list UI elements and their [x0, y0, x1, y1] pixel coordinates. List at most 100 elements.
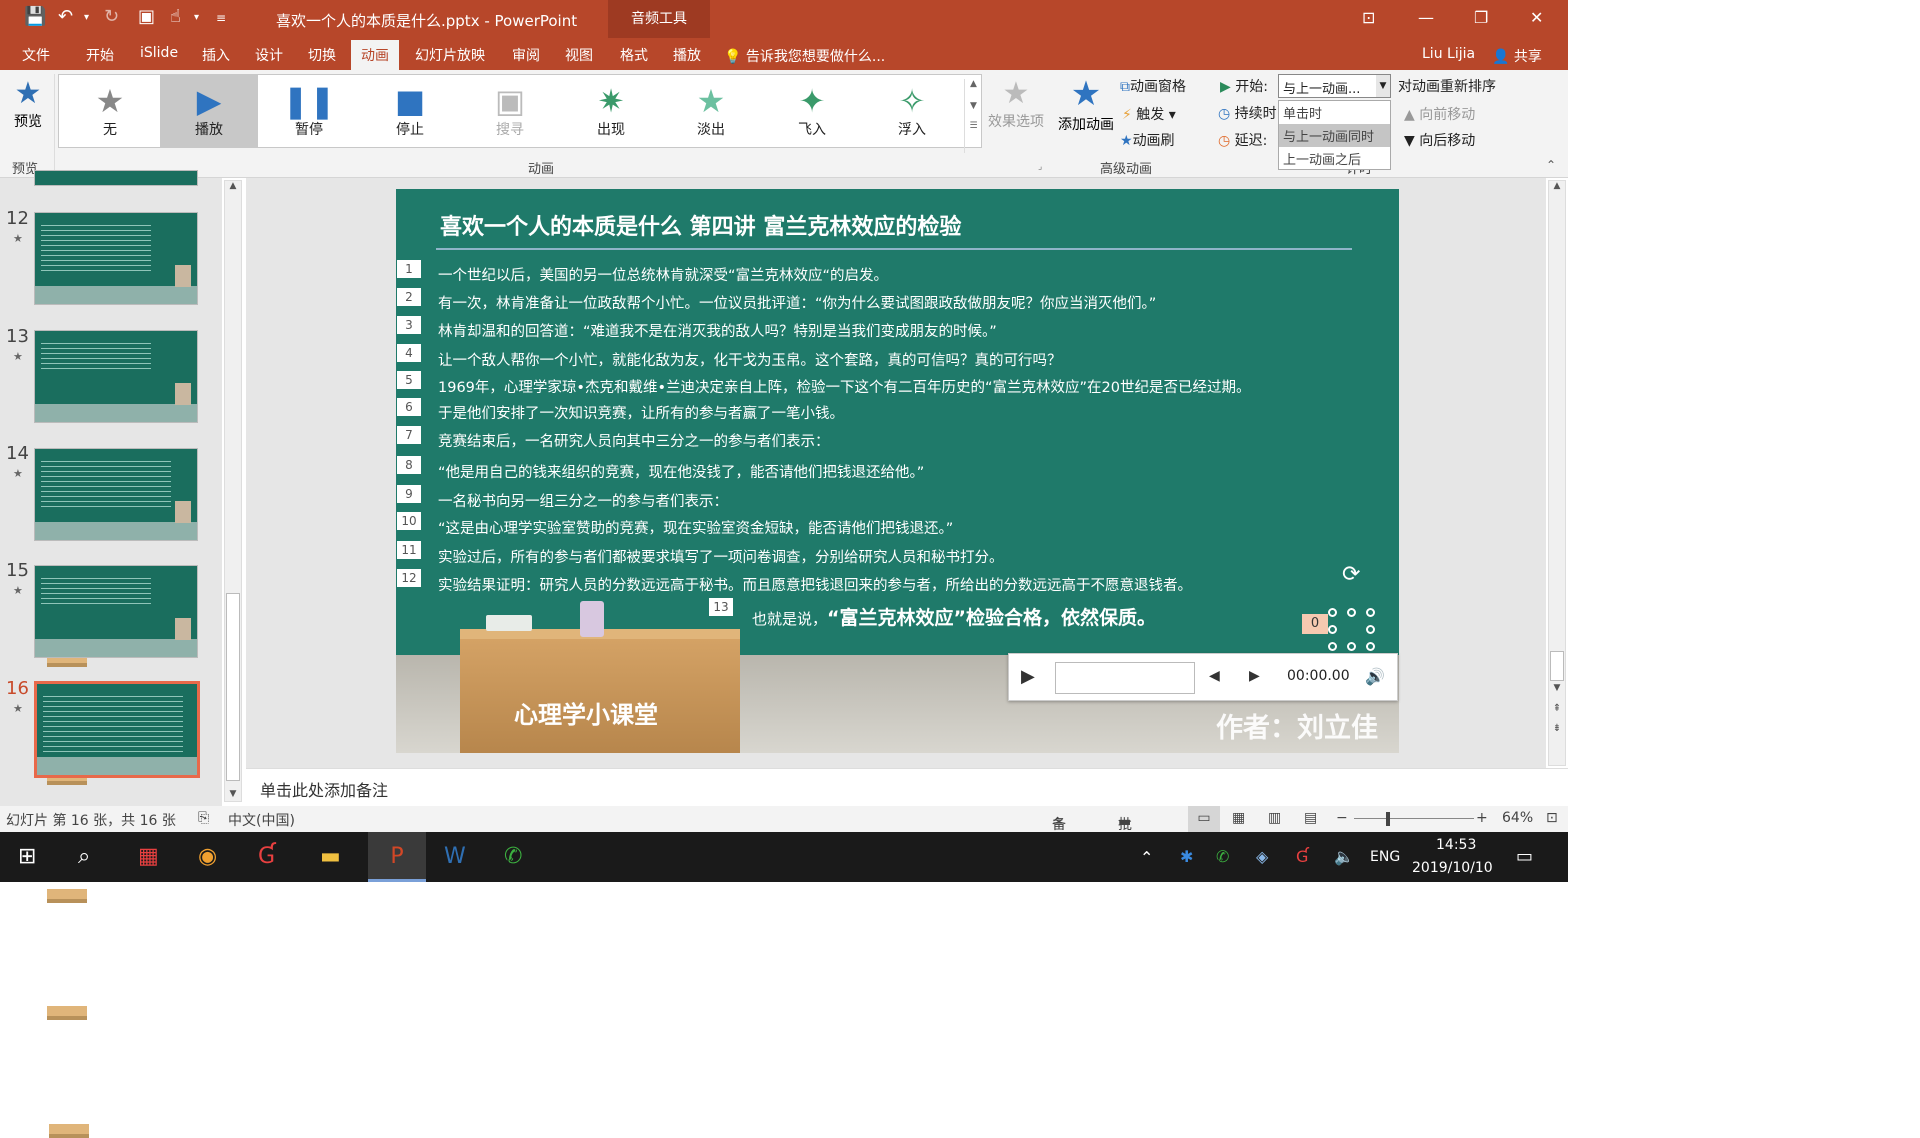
normal-view-icon[interactable]: ▭	[1188, 806, 1220, 832]
resize-handle[interactable]	[1366, 642, 1375, 651]
slide-text-line[interactable]: 1969年，心理学家琼•杰克和戴维•兰迪决定亲自上阵，检验一下这个有二百年历史的…	[438, 376, 1250, 397]
animation-order-tag[interactable]: 6	[397, 398, 421, 416]
tab-format[interactable]: 格式	[620, 45, 648, 65]
file-explorer-icon[interactable]: ▬	[320, 844, 341, 869]
touch-mode-icon[interactable]: ☝	[170, 6, 181, 27]
preview-button[interactable]: ★ 预览	[8, 76, 48, 131]
lectern-image[interactable]	[460, 629, 740, 753]
zoom-slider-thumb[interactable]	[1386, 812, 1390, 826]
resize-handle[interactable]	[1347, 608, 1356, 617]
slide-thumbnail-15[interactable]	[34, 565, 198, 1020]
zoom-in-icon[interactable]: +	[1476, 810, 1488, 826]
start-dropdown[interactable]: 与上一动画... ▼	[1278, 74, 1391, 98]
scroll-thumb[interactable]	[226, 593, 240, 781]
zoom-slider[interactable]	[1354, 818, 1474, 819]
tab-file[interactable]: 文件	[22, 45, 50, 65]
slide-text-line[interactable]: 一名秘书向另一组三分之一的参与者们表示：	[438, 490, 728, 511]
slideshow-view-icon[interactable]: ▤	[1304, 810, 1317, 826]
notification-icon[interactable]: ▭	[1516, 846, 1533, 867]
slide-thumbnail-16[interactable]	[34, 681, 200, 1138]
anim-pause[interactable]: ❚❚ 暂停	[260, 75, 358, 147]
tab-islide[interactable]: iSlide	[140, 45, 178, 61]
slide-sorter-icon[interactable]: ▦	[1232, 810, 1245, 826]
chevron-down-icon[interactable]: ▼	[1376, 75, 1390, 97]
editor-scrollbar[interactable]: ▲ ▼ ⇞ ⇟	[1548, 180, 1566, 766]
desk-title[interactable]: 心理学小课堂	[514, 695, 658, 730]
scroll-thumb[interactable]	[1550, 651, 1564, 681]
redo-icon[interactable]: ↻	[104, 6, 119, 27]
tray-app-icon[interactable]: ✱	[1180, 847, 1193, 866]
tab-home[interactable]: 开始	[86, 45, 114, 65]
skip-forward-icon[interactable]: ▶	[1249, 668, 1260, 684]
powerpoint-taskbar-icon[interactable]: P	[368, 832, 426, 882]
tab-playback[interactable]: 播放	[673, 45, 701, 65]
animation-pane-button[interactable]: ⧉动画窗格	[1120, 76, 1186, 96]
tab-animations[interactable]: 动画	[351, 40, 399, 70]
speaker-icon[interactable]: 🔈	[1334, 847, 1354, 866]
collapse-ribbon-icon[interactable]: ⌃	[1546, 158, 1556, 172]
tab-slideshow[interactable]: 幻灯片放映	[415, 45, 485, 65]
chevron-up-icon[interactable]: ⌃	[1140, 848, 1153, 867]
anim-seek[interactable]: ▣ 搜寻	[461, 75, 559, 147]
restore-button[interactable]: ❐	[1474, 8, 1488, 27]
reading-view-icon[interactable]: ▥	[1268, 810, 1281, 826]
resize-handle[interactable]	[1366, 608, 1375, 617]
notes-pane[interactable]: 单击此处添加备注	[246, 768, 1568, 806]
share-button[interactable]: 👤 共享	[1492, 46, 1542, 66]
slide-text-line[interactable]: “他是用自己的钱来组织的竞赛，现在他没钱了，能否请他们把钱退还给他。”	[438, 461, 924, 482]
zoom-level[interactable]: 64%	[1502, 810, 1533, 826]
minimize-button[interactable]: —	[1418, 8, 1434, 27]
anim-none[interactable]: ★ 无	[61, 75, 159, 147]
slide-text-line[interactable]: 林肯却温和的回答道：“难道我不是在消灭我的敌人吗？特别是当我们变成朋友的时候。”	[438, 320, 997, 341]
slide-thumbnail-14[interactable]	[34, 448, 198, 903]
slide-text-line[interactable]: 实验结果证明：研究人员的分数远远高于秘书。而且愿意把钱退回来的参与者，所给出的分…	[438, 574, 1192, 595]
slide-text-line[interactable]: 让一个敌人帮你一个小忙，就能化敌为友，化干戈为玉帛。这个套路，真的可信吗？真的可…	[438, 349, 1062, 370]
tab-view[interactable]: 视图	[565, 45, 593, 65]
animation-order-tag[interactable]: 7	[397, 426, 421, 444]
tab-design[interactable]: 设计	[255, 45, 283, 65]
slide-thumbnail-12[interactable]	[34, 212, 198, 667]
slide-text-line[interactable]: 实验过后，所有的参与者们都被要求填写了一项问卷调查，分别给研究人员和秘书打分。	[438, 546, 1004, 567]
conclusion-text[interactable]: 也就是说，“富兰克林效应”检验合格，依然保质。	[752, 603, 1156, 630]
word-icon[interactable]: W	[444, 844, 466, 869]
user-name[interactable]: Liu Lijia	[1422, 46, 1475, 62]
tray-red-icon[interactable]: Ɠ	[1296, 847, 1308, 866]
rotate-handle-icon[interactable]: ⟳	[1342, 562, 1360, 587]
audio-progress-bar[interactable]	[1055, 662, 1195, 694]
slide-text-line[interactable]: 竞赛结束后，一名研究人员向其中三分之一的参与者们表示：	[438, 430, 830, 451]
anim-fade[interactable]: ★ 淡出	[662, 75, 760, 147]
animation-order-tag[interactable]: 9	[397, 485, 421, 503]
touch-dropdown-icon[interactable]: ▾	[194, 12, 199, 23]
animation-painter-button[interactable]: ★动画刷	[1120, 130, 1175, 150]
slide-thumbnail-11[interactable]	[34, 170, 198, 621]
trigger-button[interactable]: ⚡ 触发 ▾	[1122, 104, 1176, 124]
skip-back-icon[interactable]: ◀	[1209, 668, 1220, 684]
move-later-button[interactable]: ▼ 向后移动	[1404, 130, 1475, 150]
animation-order-tag[interactable]: 12	[397, 569, 421, 587]
thumbnails-scrollbar[interactable]: ▲ ▼	[224, 180, 242, 802]
resize-handle[interactable]	[1366, 625, 1375, 634]
present-from-start-icon[interactable]: ▣	[138, 6, 155, 27]
start-option-on-click[interactable]: 单击时	[1279, 101, 1390, 124]
save-icon[interactable]: 💾	[24, 6, 46, 27]
slide-title[interactable]: 喜欢一个人的本质是什么 第四讲 富兰克林效应的检验	[440, 209, 961, 241]
windows-start-icon[interactable]: ⊞	[18, 844, 36, 869]
animation-order-tag[interactable]: 2	[397, 288, 421, 306]
anim-play[interactable]: ▶ 播放	[160, 75, 258, 147]
anim-stop[interactable]: ■ 停止	[361, 75, 459, 147]
app-red-grid-icon[interactable]: ▦	[138, 844, 159, 869]
wechat-tray-icon[interactable]: ✆	[1216, 847, 1229, 866]
add-animation-button[interactable]: ★ 添加动画	[1056, 74, 1116, 134]
close-button[interactable]: ✕	[1530, 8, 1543, 27]
slide-text-line[interactable]: 于是他们安排了一次知识竞赛，让所有的参与者赢了一笔小钱。	[438, 402, 844, 423]
undo-icon[interactable]: ↶	[58, 6, 73, 27]
spell-check-icon[interactable]: ⎘	[198, 810, 209, 826]
gallery-scroll[interactable]: ▲ ▼ ☰	[964, 79, 982, 153]
chevron-down-icon[interactable]: ▼	[1549, 683, 1565, 693]
clock-time[interactable]: 14:53	[1436, 837, 1476, 853]
audio-selection-handles[interactable]	[1328, 608, 1376, 652]
audio-animation-tag[interactable]: 0	[1302, 614, 1328, 634]
wechat-icon[interactable]: ✆	[504, 844, 522, 869]
author-text[interactable]: 作者：刘立佳	[1216, 706, 1378, 745]
chevron-up-icon[interactable]: ▲	[225, 181, 241, 191]
